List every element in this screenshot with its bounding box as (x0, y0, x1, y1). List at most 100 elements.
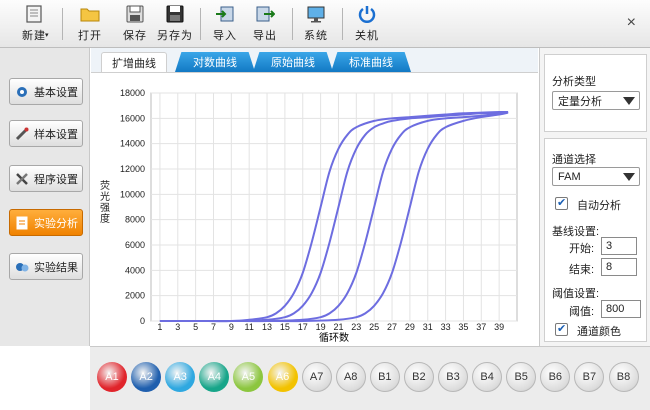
import-button-label: 导入 (213, 30, 237, 42)
baseline-end-label: 结束: (569, 264, 595, 276)
channel-settings-group: 通道选择 FAM 自动分析 基线设置: 开始: 3 结束: 8 阈值设置: 阈值… (544, 138, 647, 342)
analysis-type-select[interactable]: 定量分析 (552, 91, 640, 110)
tools-icon (16, 172, 28, 185)
export-button-label: 导出 (253, 30, 277, 42)
y-tick-label: 4000 (125, 265, 145, 275)
x-tick-label: 35 (458, 322, 468, 332)
threshold-value-input[interactable]: 800 (601, 300, 641, 318)
tab-log-curve[interactable]: 对数曲线 (175, 52, 255, 72)
well-button-a2[interactable]: A2 (131, 362, 162, 392)
well-button-a3[interactable]: A3 (165, 362, 196, 392)
sidebar-item-label: 实验分析 (34, 217, 78, 230)
analysis-type-group: 分析类型 定量分析 (544, 54, 647, 132)
channel-select[interactable]: FAM (552, 167, 640, 186)
y-tick-label: 10000 (120, 189, 145, 199)
x-tick-label: 23 (351, 322, 361, 332)
main-toolbar: 新建 ▾ 打开 保存 另存为 导入 导出 系统 关机 × (0, 0, 650, 48)
monitor-icon (307, 6, 325, 23)
analysis-type-value: 定量分析 (558, 95, 602, 108)
y-tick-label: 8000 (125, 215, 145, 225)
new-button-label: 新建 (22, 30, 46, 42)
well-button-b8[interactable]: B8 (608, 362, 639, 392)
sidebar-item-program-settings[interactable]: 程序设置 (9, 165, 83, 192)
well-button-b4[interactable]: B4 (472, 362, 503, 392)
well-button-a6[interactable]: A6 (267, 362, 298, 392)
chevron-down-icon (623, 173, 635, 181)
pipette-icon (15, 127, 29, 140)
export-button[interactable]: 导出 (248, 4, 282, 44)
x-tick-label: 5 (193, 322, 198, 332)
x-tick-label: 37 (476, 322, 486, 332)
open-button[interactable]: 打开 (72, 4, 108, 44)
new-dropdown-arrow-icon[interactable]: ▾ (45, 31, 49, 39)
sidebar-item-label: 程序设置 (34, 173, 78, 186)
channel-color-checkbox[interactable] (555, 322, 568, 336)
y-axis-label-char: 荧 (100, 179, 110, 192)
sidebar-item-sample-settings[interactable]: 样本设置 (9, 120, 83, 147)
baseline-settings-label: 基线设置: (552, 226, 600, 238)
x-tick-label: 9 (229, 322, 234, 332)
well-button-b3[interactable]: B3 (438, 362, 468, 392)
analysis-icon (16, 216, 28, 229)
sidebar-item-experiment-analysis[interactable]: 实验分析 (9, 209, 83, 236)
sidebar-item-experiment-results[interactable]: 实验结果 (9, 253, 83, 280)
well-button-b2[interactable]: B2 (403, 362, 434, 392)
sidebar-item-basic-settings[interactable]: 基本设置 (9, 78, 83, 105)
baseline-start-input[interactable]: 3 (601, 237, 637, 255)
toolbar-separator (292, 8, 293, 40)
well-button-a4[interactable]: A4 (199, 362, 230, 392)
y-axis-label: 荧光强度 (100, 179, 110, 225)
import-button[interactable]: 导入 (208, 4, 242, 44)
chart-tabs: 扩增曲线 对数曲线 原始曲线 标准曲线 (91, 48, 538, 72)
close-window-icon[interactable]: × (627, 14, 636, 32)
well-button-a8[interactable]: A8 (335, 362, 366, 392)
right-settings-panel: 分析类型 定量分析 通道选择 FAM 自动分析 基线设置: 开始: 3 结束: … (539, 48, 650, 346)
y-axis-label-char: 强 (100, 202, 110, 214)
tab-raw-curve[interactable]: 原始曲线 (253, 52, 333, 72)
sidebar-item-label: 基本设置 (34, 86, 78, 99)
left-sidebar: 基本设置 样本设置 程序设置 实验分析 实验结果 (0, 48, 90, 346)
well-button-b1[interactable]: B1 (369, 362, 400, 392)
well-button-b5[interactable]: B5 (506, 362, 537, 392)
threshold-value-label: 阈值: (569, 306, 595, 318)
chevron-down-icon (623, 97, 635, 105)
x-tick-label: 7 (211, 322, 216, 332)
x-tick-label: 15 (280, 322, 290, 332)
auto-analysis-checkbox[interactable] (555, 196, 568, 210)
channel-select-label: 通道选择 (552, 154, 596, 166)
well-button-b6[interactable]: B6 (540, 362, 571, 392)
shutdown-button[interactable]: 关机 (350, 4, 384, 44)
analysis-type-label: 分析类型 (552, 76, 596, 88)
sidebar-item-label: 实验结果 (34, 261, 78, 274)
threshold-settings-label: 阈值设置: (552, 288, 600, 300)
channel-color-label: 通道颜色 (577, 326, 621, 338)
well-button-b7[interactable]: B7 (574, 362, 605, 392)
x-tick-label: 1 (157, 322, 162, 332)
save-button[interactable]: 保存 (118, 4, 152, 44)
save-as-icon (166, 5, 184, 23)
amplification-chart: 1 3 5 7 9 11 13 15 17 19 21 23 25 27 29 31 33 35 37 3902000… (100, 88, 518, 344)
well-button-a5[interactable]: A5 (233, 362, 264, 392)
system-button[interactable]: 系统 (298, 4, 334, 44)
system-button-label: 系统 (304, 30, 328, 42)
save-icon (126, 5, 144, 23)
tab-standard-curve[interactable]: 标准曲线 (331, 52, 411, 72)
y-axis-label-char: 度 (100, 212, 110, 225)
save-as-button[interactable]: 另存为 (156, 4, 194, 44)
well-button-a7[interactable]: A7 (301, 362, 332, 392)
x-tick-label: 13 (262, 322, 272, 332)
y-tick-label: 6000 (125, 240, 145, 250)
save-as-button-label: 另存为 (157, 30, 193, 42)
y-tick-label: 14000 (120, 139, 145, 149)
well-button-a1[interactable]: A1 (97, 362, 127, 392)
well-selector-bar: A1 A2 A3 A4 A5 A6 A7 A8 B1 B2 B3 B4 B5 B6 B7 B8 (90, 346, 650, 410)
new-file-icon (26, 5, 42, 23)
channel-value: FAM (558, 170, 581, 183)
baseline-start-label: 开始: (569, 243, 595, 255)
toolbar-separator (200, 8, 201, 40)
plot-area (150, 92, 518, 322)
sidebar-item-label: 样本设置 (34, 128, 78, 141)
tab-amplification-curve[interactable]: 扩增曲线 (101, 52, 167, 72)
baseline-end-input[interactable]: 8 (601, 258, 637, 276)
export-icon (256, 6, 275, 22)
